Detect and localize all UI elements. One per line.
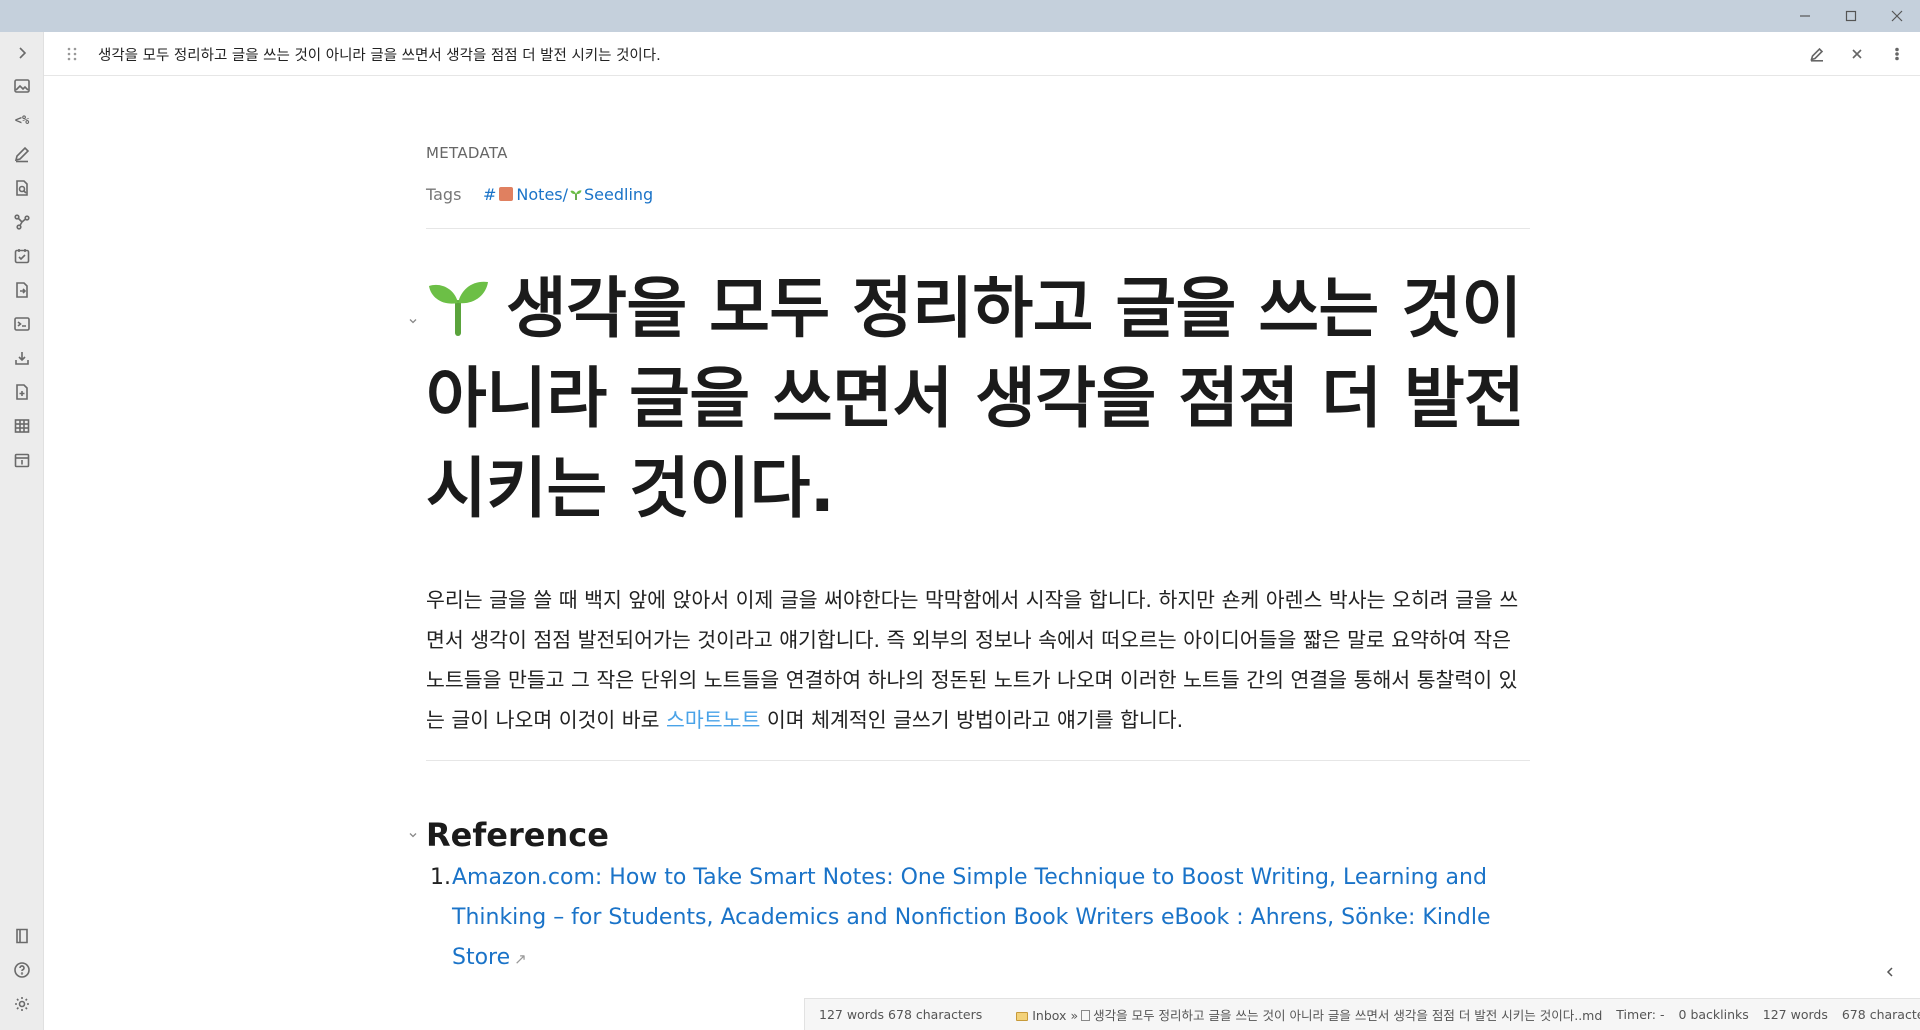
pencil-icon[interactable]	[11, 143, 33, 165]
close-window-icon[interactable]	[1874, 0, 1920, 32]
left-ribbon: <%	[0, 32, 44, 1030]
image-icon[interactable]	[11, 75, 33, 97]
file-export-icon[interactable]	[11, 279, 33, 301]
status-breadcrumb[interactable]: Inbox » 생각을 모두 정리하고 글을 쓰는 것이 아니라 글을 쓰면서 생…	[1016, 1005, 1602, 1024]
status-bar: 127 words 678 characters Inbox » 생각을 모두 정…	[804, 998, 1920, 1030]
minimize-icon[interactable]	[1782, 0, 1828, 32]
smartnote-wikilink[interactable]: 스마트노트	[666, 708, 760, 732]
notebook-icon	[499, 187, 514, 201]
status-word-count: 127 words 678 characters	[819, 1007, 983, 1022]
folder-icon	[1016, 1012, 1029, 1021]
fold-heading-icon[interactable]	[406, 314, 420, 328]
note-heading: 생각을 모두 정리하고 글을 쓰는 것이 아니라 글을 쓰면서 생각을 점점 더…	[426, 270, 1525, 527]
fold-reference-icon[interactable]	[406, 828, 420, 842]
seedling-icon	[570, 190, 582, 200]
drag-handle-icon[interactable]	[66, 45, 78, 63]
more-vertical-icon[interactable]	[1886, 43, 1908, 65]
status-characters: 678 characters	[1841, 1007, 1920, 1022]
tab-title[interactable]: 생각을 모두 정리하고 글을 쓰는 것이 아니라 글을 쓰면서 생각을 점점 더…	[98, 44, 661, 65]
file-icon	[1081, 1010, 1091, 1021]
calendar-icon[interactable]	[11, 449, 33, 471]
templater-icon[interactable]: <%	[11, 109, 33, 131]
external-link-icon: ↗	[514, 950, 527, 968]
metadata-tags-row: Tags # Notes/ Seedling	[426, 182, 653, 206]
window-titlebar	[0, 0, 1920, 32]
maximize-icon[interactable]	[1828, 0, 1874, 32]
reference-number: 1.	[430, 865, 451, 890]
paragraph-divider	[426, 760, 1530, 761]
terminal-icon[interactable]	[11, 313, 33, 335]
status-timer[interactable]: Timer: -	[1616, 1007, 1664, 1022]
calendar-check-icon[interactable]	[11, 245, 33, 267]
tab-header: 생각을 모두 정리하고 글을 쓰는 것이 아니라 글을 쓰면서 생각을 점점 더…	[44, 32, 1920, 76]
status-backlinks[interactable]: 0 backlinks	[1679, 1007, 1749, 1022]
tags-key: Tags	[426, 184, 462, 204]
graph-icon[interactable]	[11, 211, 33, 233]
metadata-label: METADATA	[426, 144, 508, 162]
edit-icon[interactable]	[1806, 43, 1828, 65]
gear-icon[interactable]	[11, 993, 33, 1015]
reference-link[interactable]: Amazon.com: How to Take Smart Notes: One…	[452, 858, 1512, 979]
tag-notes-seedling[interactable]: # Notes/ Seedling	[483, 185, 653, 204]
file-plus-icon[interactable]	[11, 381, 33, 403]
seedling-icon	[429, 281, 488, 336]
table-icon[interactable]	[11, 415, 33, 437]
help-icon[interactable]	[11, 959, 33, 981]
body-paragraph: 우리는 글을 쓸 때 백지 앞에 앉아서 이제 글을 써야한다는 막막함에서 시…	[426, 588, 1519, 732]
chevron-left-icon[interactable]	[1882, 964, 1898, 980]
close-icon[interactable]	[1846, 43, 1868, 65]
reference-heading: Reference	[426, 816, 609, 854]
download-icon[interactable]	[11, 347, 33, 369]
search-file-icon[interactable]	[11, 177, 33, 199]
metadata-divider	[426, 228, 1530, 229]
chevron-right-icon[interactable]	[11, 42, 33, 64]
book-icon[interactable]	[11, 925, 33, 947]
status-words: 127 words	[1762, 1007, 1828, 1022]
